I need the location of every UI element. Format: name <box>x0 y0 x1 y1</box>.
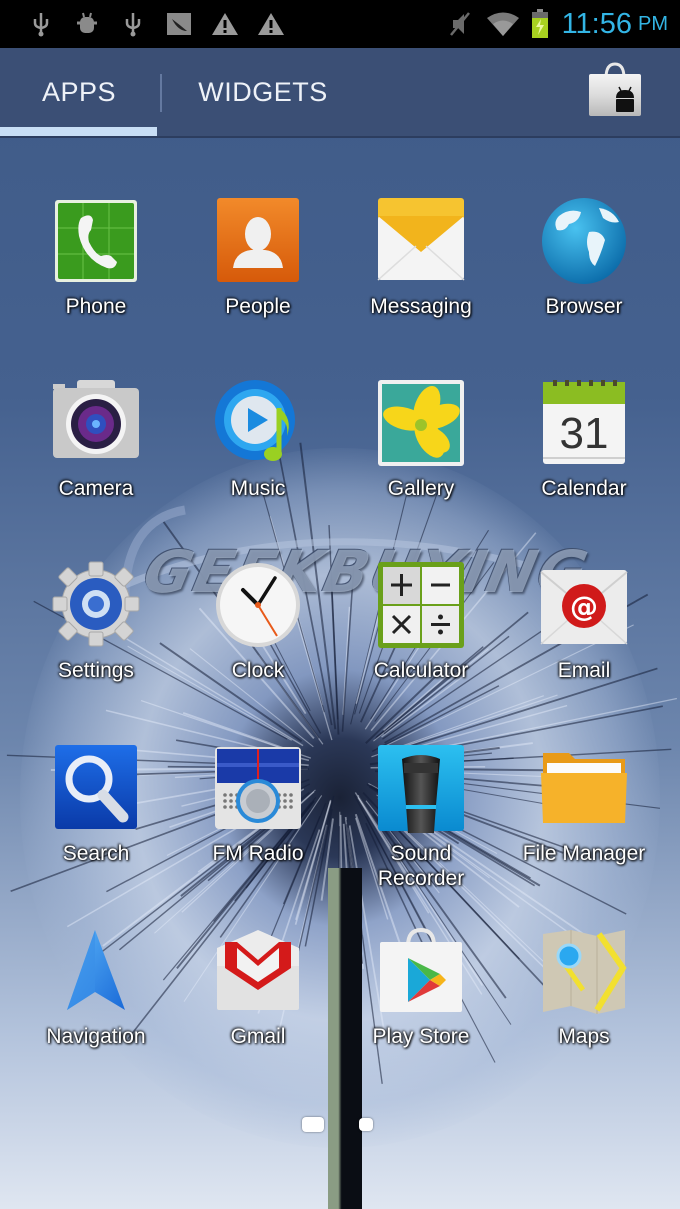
app-phone[interactable]: Phone <box>14 196 178 346</box>
page-indicator[interactable] <box>359 1118 373 1131</box>
app-label: People <box>225 295 291 318</box>
app-music[interactable]: Music <box>176 378 340 528</box>
app-label: Gmail <box>230 1025 286 1048</box>
tab-widgets[interactable]: WIDGETS <box>170 48 356 136</box>
search-icon <box>51 743 141 833</box>
warning-icon <box>248 9 294 39</box>
app-calculator[interactable]: Calculator <box>339 560 503 710</box>
app-search[interactable]: Search <box>14 743 178 893</box>
screenshot-icon <box>156 9 202 39</box>
app-label: FM Radio <box>212 842 304 865</box>
app-label: Play Store <box>372 1025 470 1048</box>
usb-icon <box>110 9 156 39</box>
app-label: Calculator <box>373 659 469 682</box>
tab-selected-indicator <box>0 127 157 136</box>
warning-icon <box>202 9 248 39</box>
sound-recorder-icon <box>376 743 466 833</box>
app-label: Phone <box>65 295 127 318</box>
app-label: Maps <box>558 1025 610 1048</box>
battery-charging-icon <box>526 9 554 39</box>
people-icon <box>213 196 303 286</box>
tab-divider <box>160 74 162 112</box>
gmail-icon <box>213 926 303 1016</box>
play-store-bag-icon <box>589 62 641 116</box>
app-label: Email <box>557 659 611 682</box>
phone-icon <box>51 196 141 286</box>
app-camera[interactable]: Camera <box>14 378 178 528</box>
navigation-icon <box>51 926 141 1016</box>
app-browser[interactable]: Browser <box>502 196 666 346</box>
play-store-icon <box>376 926 466 1016</box>
app-clock[interactable]: Clock <box>176 560 340 710</box>
app-drawer-tab-bar: APPS WIDGETS <box>0 48 680 138</box>
app-label: File Manager <box>522 842 646 865</box>
page-indicator-current[interactable] <box>302 1117 324 1132</box>
clock-icon <box>213 560 303 650</box>
app-label: Search <box>62 842 130 865</box>
app-label: Calendar <box>541 477 627 500</box>
app-label: Clock <box>231 659 285 682</box>
app-gmail[interactable]: Gmail <box>176 926 340 1076</box>
app-calendar[interactable]: 31 Calendar <box>502 378 666 528</box>
calculator-icon <box>376 560 466 650</box>
browser-icon <box>539 196 629 286</box>
app-label: Settings <box>58 659 134 682</box>
app-settings[interactable]: Settings <box>14 560 178 710</box>
file-manager-icon <box>539 743 629 833</box>
status-bar: 11:56 PM <box>0 0 680 48</box>
app-label: Gallery <box>387 477 455 500</box>
tab-apps[interactable]: APPS <box>0 48 158 136</box>
app-label: Sound Recorder <box>377 842 465 890</box>
app-messaging[interactable]: Messaging <box>339 196 503 346</box>
app-fm-radio[interactable]: FM Radio <box>176 743 340 893</box>
status-clock: 11:56 <box>561 7 632 40</box>
app-maps[interactable]: Maps <box>502 926 666 1076</box>
fm-radio-icon <box>213 743 303 833</box>
app-file-manager[interactable]: File Manager <box>502 743 666 893</box>
app-people[interactable]: People <box>176 196 340 346</box>
usb-icon <box>18 9 64 39</box>
wifi-icon <box>480 9 526 39</box>
app-navigation[interactable]: Navigation <box>14 926 178 1076</box>
app-play-store[interactable]: Play Store <box>339 926 503 1076</box>
messaging-icon <box>376 196 466 286</box>
status-clock-ampm: PM <box>638 12 668 35</box>
play-store-button[interactable] <box>586 60 644 118</box>
settings-icon <box>51 560 141 650</box>
svg-text:@: @ <box>570 590 598 623</box>
maps-icon <box>539 926 629 1016</box>
gallery-icon <box>376 378 466 468</box>
email-icon: @ <box>539 560 629 650</box>
app-sound-recorder[interactable]: Sound Recorder <box>339 743 503 893</box>
app-label: Camera <box>58 477 134 500</box>
app-label: Navigation <box>46 1025 146 1048</box>
calendar-day: 31 <box>560 409 609 458</box>
android-debug-icon <box>64 9 110 39</box>
app-email[interactable]: @ Email <box>502 560 666 710</box>
calendar-icon: 31 <box>539 378 629 468</box>
mute-icon <box>440 9 480 39</box>
app-gallery[interactable]: Gallery <box>339 378 503 528</box>
camera-icon <box>51 378 141 468</box>
app-label: Music <box>230 477 286 500</box>
app-label: Browser <box>545 295 623 318</box>
app-label: Messaging <box>370 295 472 318</box>
music-icon <box>213 378 303 468</box>
